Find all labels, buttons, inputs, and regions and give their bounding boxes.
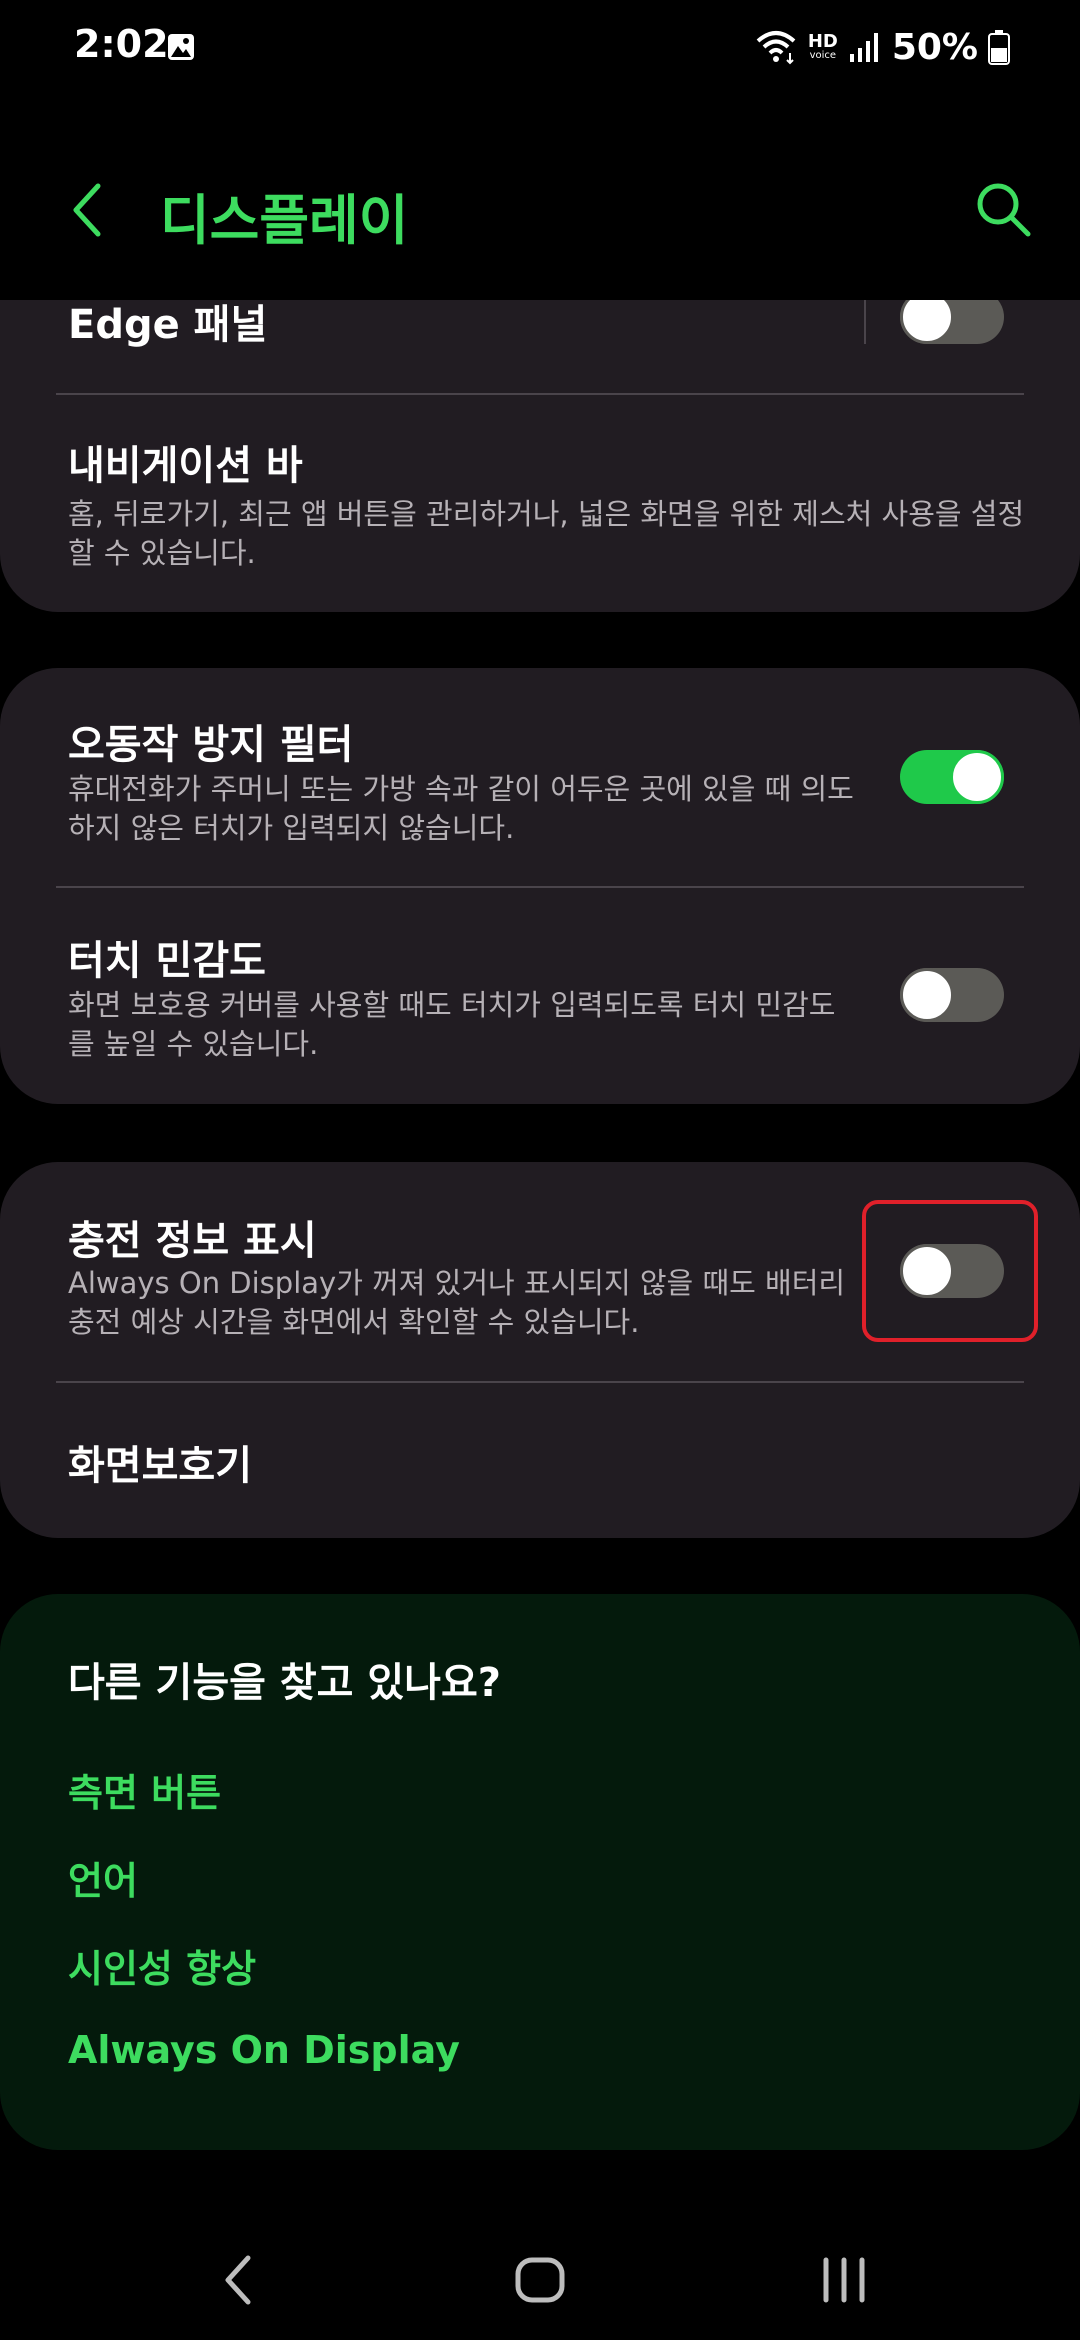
settings-card-edge-nav: Edge 패널 내비게이션 바 홈, 뒤로가기, 최근 앱 버튼을 관리하거나,…	[0, 300, 1080, 612]
setting-description: 휴대전화가 주머니 또는 가방 속과 같이 어두운 곳에 있을 때 의도하지 않…	[68, 772, 854, 845]
setting-row-charging-info[interactable]: 충전 정보 표시 Always On Display가 꺼져 있거나 표시되지 …	[0, 1162, 1080, 1382]
system-nav-bar	[0, 2220, 1080, 2340]
related-link-language[interactable]: 언어	[68, 1850, 138, 1905]
voice-label: voice	[809, 50, 837, 61]
setting-title: 오동작 방지 필터	[68, 722, 354, 768]
setting-description: 화면 보호용 커버를 사용할 때도 터치가 입력되도록 터치 민감도를 높일 수…	[68, 988, 836, 1061]
related-link-visibility[interactable]: 시인성 향상	[68, 1938, 256, 1993]
setting-title: 내비게이션 바	[68, 443, 303, 489]
setting-row-edge-panel[interactable]: Edge 패널	[0, 300, 1080, 394]
search-icon[interactable]	[968, 174, 1040, 246]
setting-title: 화면보호기	[68, 1443, 252, 1489]
app-header: 디스플레이	[0, 150, 1080, 270]
toggle-knob	[950, 750, 1004, 804]
settings-card-touch: 오동작 방지 필터 휴대전화가 주머니 또는 가방 속과 같이 어두운 곳에 있…	[0, 668, 1080, 1104]
setting-row-accidental-touch[interactable]: 오동작 방지 필터 휴대전화가 주머니 또는 가방 속과 같이 어두운 곳에 있…	[0, 668, 1080, 886]
status-time: 2:02	[74, 22, 169, 66]
setting-row-touch-sensitivity[interactable]: 터치 민감도 화면 보호용 커버를 사용할 때도 터치가 입력되도록 터치 민감…	[0, 888, 1080, 1104]
highlight-box	[862, 1200, 1038, 1342]
page-title: 디스플레이	[160, 189, 409, 252]
related-features-card: 다른 기능을 찾고 있나요? 측면 버튼 언어 시인성 향상 Always On…	[0, 1594, 1080, 2150]
battery-icon	[988, 30, 1010, 65]
toggle-knob	[900, 300, 954, 344]
recents-icon[interactable]	[804, 2240, 884, 2320]
setting-row-navigation-bar[interactable]: 내비게이션 바 홈, 뒤로가기, 최근 앱 버튼을 관리하거나, 넓은 화면을 …	[0, 395, 1080, 612]
back-icon[interactable]	[200, 2240, 280, 2320]
battery-percent: 50%	[891, 26, 978, 68]
setting-description: Always On Display가 꺼져 있거나 표시되지 않을 때도 배터리…	[68, 1266, 846, 1339]
home-icon[interactable]	[500, 2240, 580, 2320]
wifi-icon	[756, 31, 796, 65]
status-icons: HD voice 50%	[754, 22, 1010, 72]
setting-title: 충전 정보 표시	[68, 1218, 317, 1264]
chevron-left-icon[interactable]	[56, 174, 120, 246]
setting-description: 홈, 뒤로가기, 최근 앱 버튼을 관리하거나, 넓은 화면을 위한 제스처 사…	[68, 497, 1025, 570]
related-link-side-button[interactable]: 측면 버튼	[68, 1762, 221, 1817]
setting-title: Edge 패널	[68, 302, 268, 348]
toggle-knob	[900, 968, 954, 1022]
setting-row-screen-saver[interactable]: 화면보호기	[0, 1383, 1080, 1538]
related-link-always-on-display[interactable]: Always On Display	[68, 2028, 460, 2072]
hd-label: HD	[807, 31, 838, 52]
toggle-touch-sensitivity[interactable]	[900, 968, 1004, 1022]
hd-voice-icon: HD voice	[808, 33, 838, 61]
signal-icon	[849, 33, 878, 62]
setting-title: 터치 민감도	[68, 938, 266, 984]
related-title: 다른 기능을 찾고 있나요?	[68, 1660, 501, 1706]
status-bar: 2:02 HD voice 50%	[0, 0, 1080, 96]
toggle-edge-panel[interactable]	[900, 300, 1004, 344]
gallery-icon	[168, 34, 194, 60]
row-divider	[864, 300, 866, 344]
settings-card-charging: 충전 정보 표시 Always On Display가 꺼져 있거나 표시되지 …	[0, 1162, 1080, 1538]
toggle-accidental-touch[interactable]	[900, 750, 1004, 804]
